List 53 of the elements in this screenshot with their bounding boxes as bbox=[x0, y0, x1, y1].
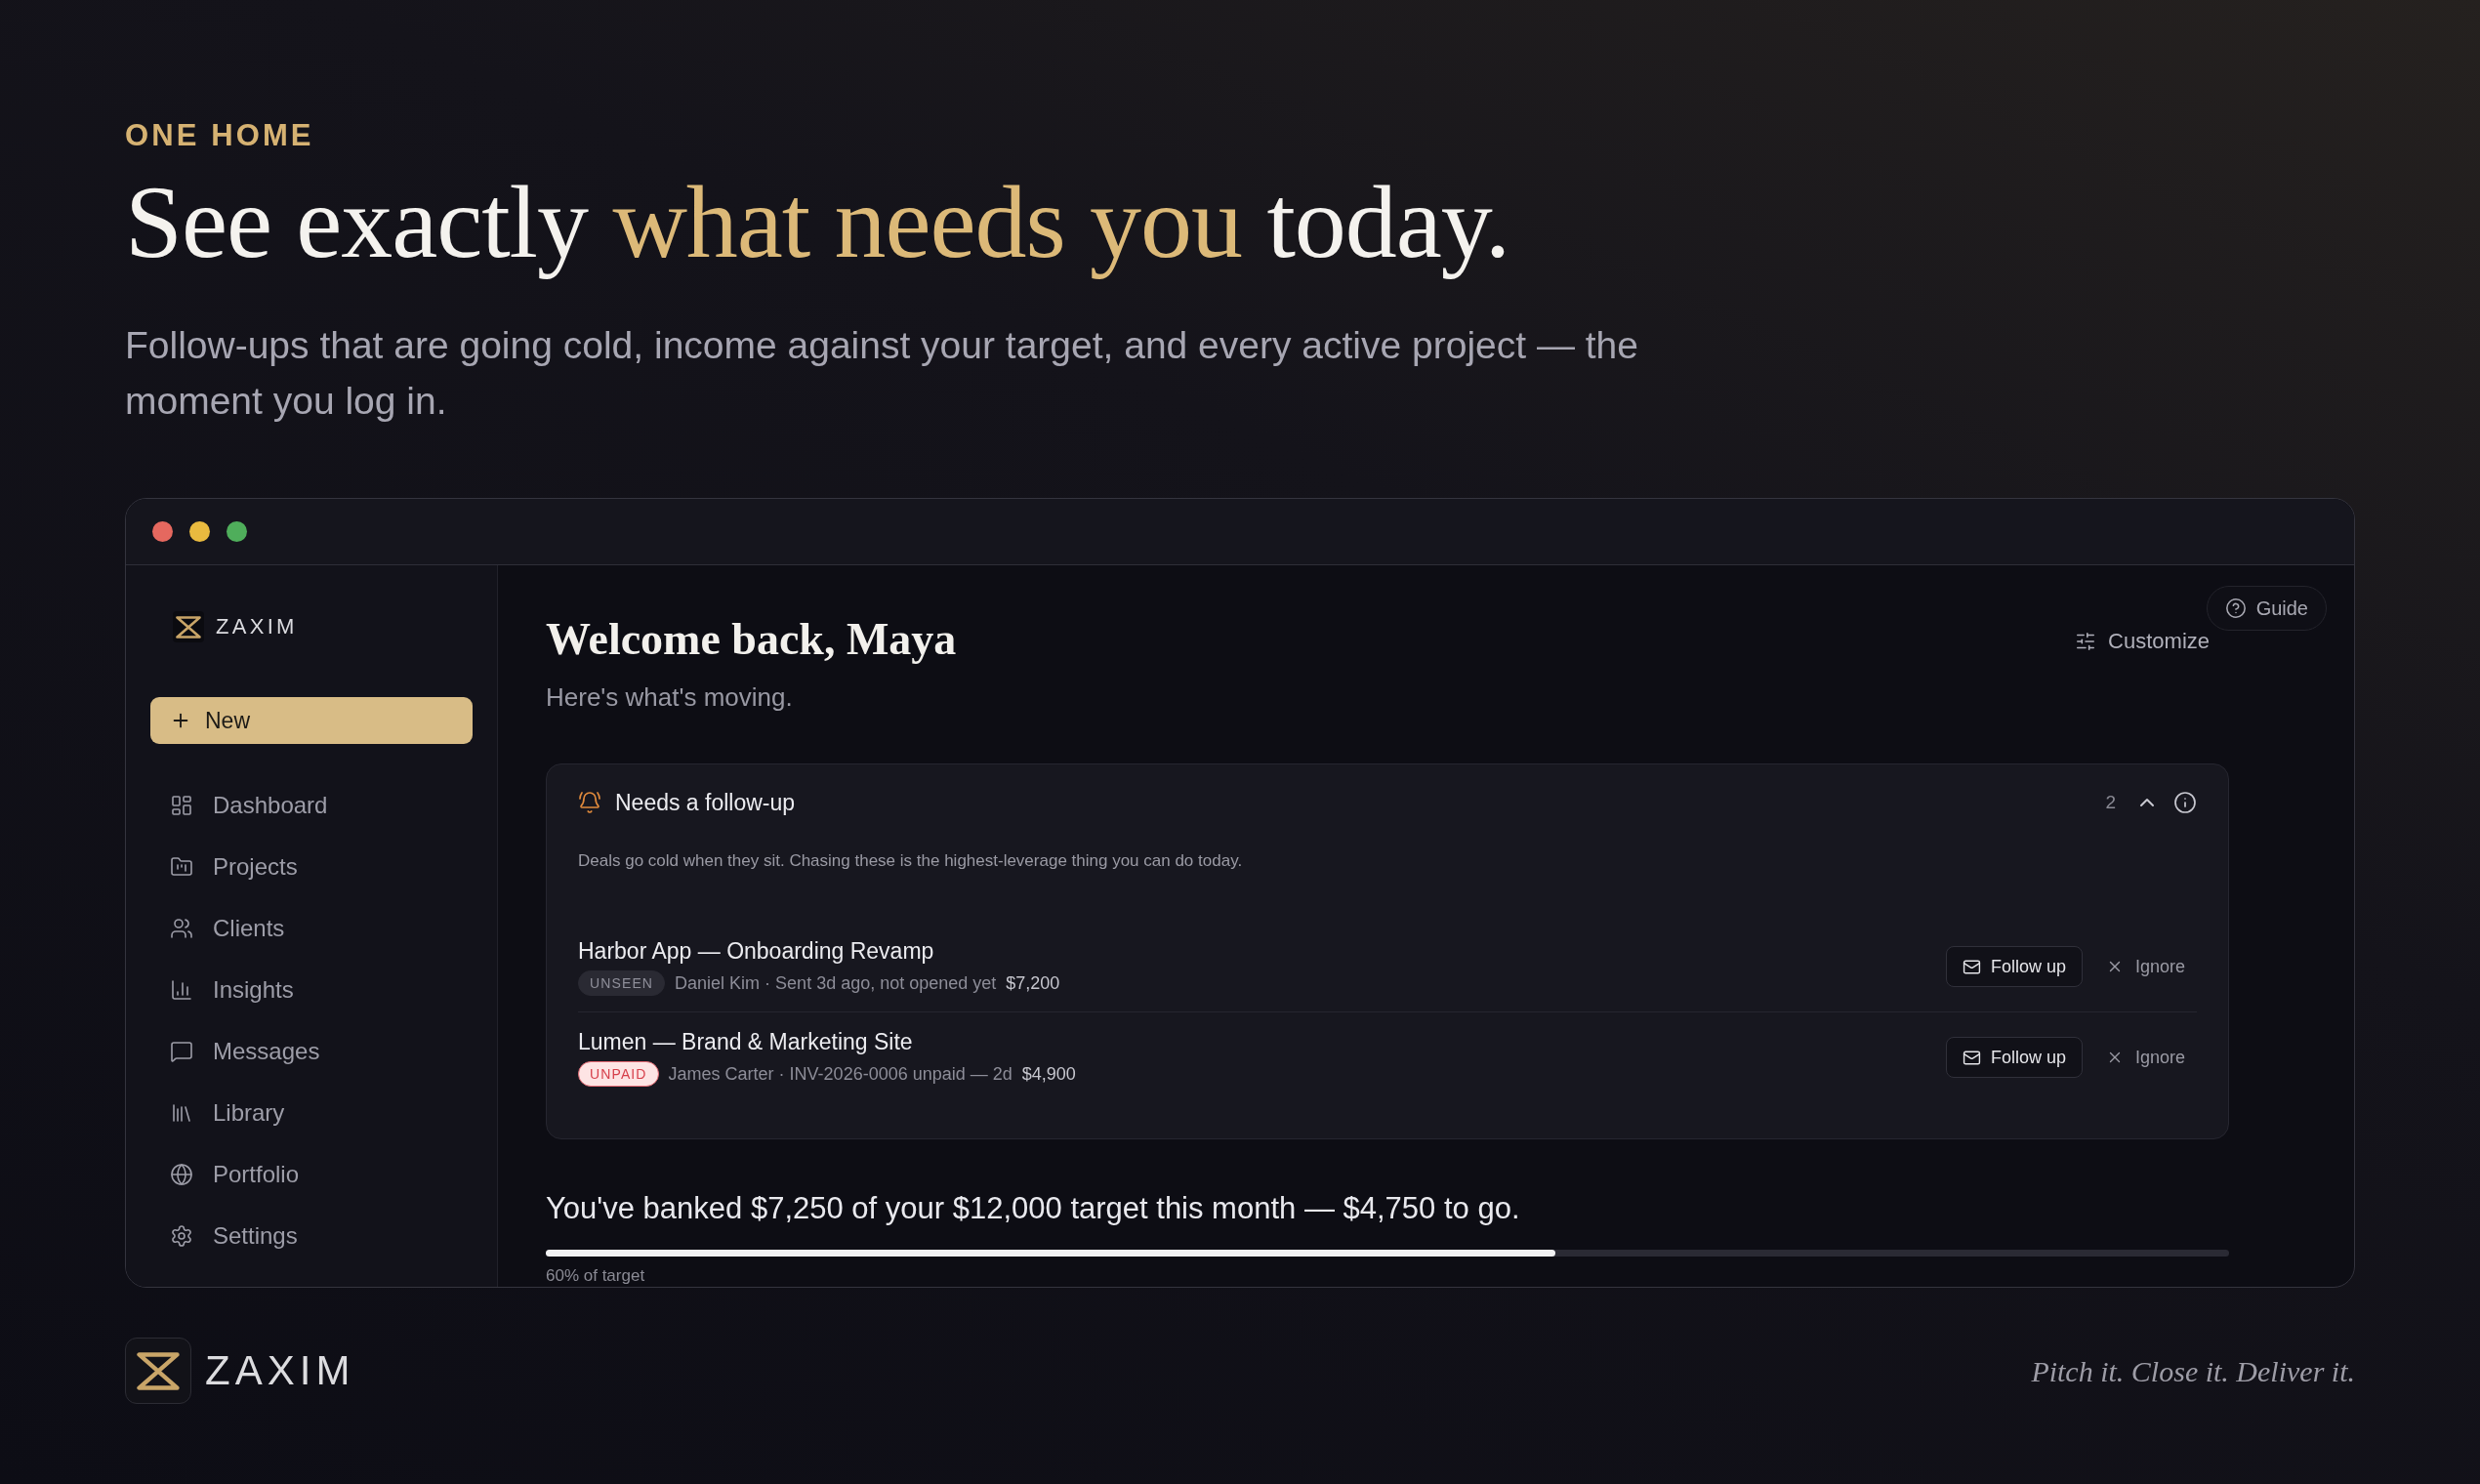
status-badge: UNSEEN bbox=[578, 970, 666, 996]
sidebar-item[interactable]: Messages bbox=[150, 1020, 473, 1082]
subtitle-text: Follow-ups that are going cold, income against your target, and every active project — the moment you log in. bbox=[125, 323, 1639, 424]
sidebar-item[interactable]: Library bbox=[150, 1082, 473, 1143]
ignore-button[interactable]: Ignore bbox=[2105, 1044, 2185, 1071]
users-icon bbox=[170, 916, 193, 940]
sidebar-item[interactable]: Portfolio bbox=[150, 1143, 473, 1205]
grid-icon bbox=[170, 793, 193, 817]
info-icon[interactable] bbox=[2173, 791, 2197, 814]
amount-text: $4,900 bbox=[1021, 1062, 1076, 1086]
window-close-icon[interactable] bbox=[152, 521, 173, 542]
card-title: Needs a follow-up bbox=[615, 788, 796, 817]
sidebar-item[interactable]: Settings bbox=[150, 1205, 473, 1266]
item-title: Lumen — Brand & Marketing Site bbox=[578, 1028, 914, 1056]
bell-icon bbox=[578, 791, 601, 814]
logo-icon bbox=[173, 611, 204, 642]
mail-icon bbox=[1962, 957, 1981, 976]
folder-icon bbox=[170, 854, 193, 879]
sidebar-item[interactable]: Clients bbox=[150, 897, 473, 959]
meta-text: James Carter · INV-2026-0006 unpaid — 2d bbox=[668, 1062, 1013, 1086]
sidebar-item[interactable]: Projects bbox=[150, 836, 473, 897]
amount-text: $7,200 bbox=[1006, 971, 1060, 995]
status-badge: UNPAID bbox=[578, 1061, 659, 1087]
mail-icon bbox=[1962, 1048, 1981, 1067]
window-minimize-icon[interactable] bbox=[189, 521, 210, 542]
sidebar-item[interactable]: Insights bbox=[150, 959, 473, 1020]
sliders-icon bbox=[2075, 631, 2097, 652]
progress-caption: 60% of target bbox=[546, 1266, 645, 1286]
guide-button[interactable]: Guide bbox=[2206, 586, 2327, 631]
tagline: Pitch it. Close it. Deliver it. bbox=[2031, 1353, 2355, 1389]
new-button[interactable]: New bbox=[150, 697, 473, 744]
follow-up-button[interactable]: Follow up bbox=[1945, 1037, 2083, 1078]
window-zoom-icon[interactable] bbox=[227, 521, 247, 542]
follow-up-button[interactable]: Follow up bbox=[1945, 946, 2083, 987]
page-subtitle: Here's what's moving. bbox=[546, 681, 794, 714]
sidebar-item[interactable]: Dashboard bbox=[150, 774, 473, 836]
footer-brand: ZAXIM bbox=[205, 1346, 355, 1395]
footer-logo-icon bbox=[125, 1338, 191, 1404]
page-title: Welcome back, Maya bbox=[546, 613, 957, 666]
card-description: Deals go cold when they sit. Chasing these is the highest-leverage thing you can do today. bbox=[578, 850, 1244, 872]
eyebrow-label: ONE HOME bbox=[125, 117, 314, 154]
income-summary: You've banked $7,250 of your $12,000 target this month — $4,750 to go. bbox=[546, 1190, 1521, 1227]
bar-chart-icon bbox=[170, 977, 193, 1002]
item-title: Harbor App — Onboarding Revamp bbox=[578, 937, 935, 966]
globe-icon bbox=[170, 1162, 193, 1186]
ignore-button[interactable]: Ignore bbox=[2105, 953, 2185, 980]
meta-text: Daniel Kim · Sent 3d ago, not opened yet bbox=[675, 971, 997, 995]
brand-name: ZAXIM bbox=[216, 613, 298, 640]
item-count: 2 bbox=[2105, 790, 2116, 814]
headline: See exactly what needs you today. bbox=[125, 164, 1510, 281]
chat-bubble-icon bbox=[170, 1039, 193, 1063]
settings-icon bbox=[170, 1223, 193, 1248]
help-icon bbox=[2224, 598, 2247, 619]
